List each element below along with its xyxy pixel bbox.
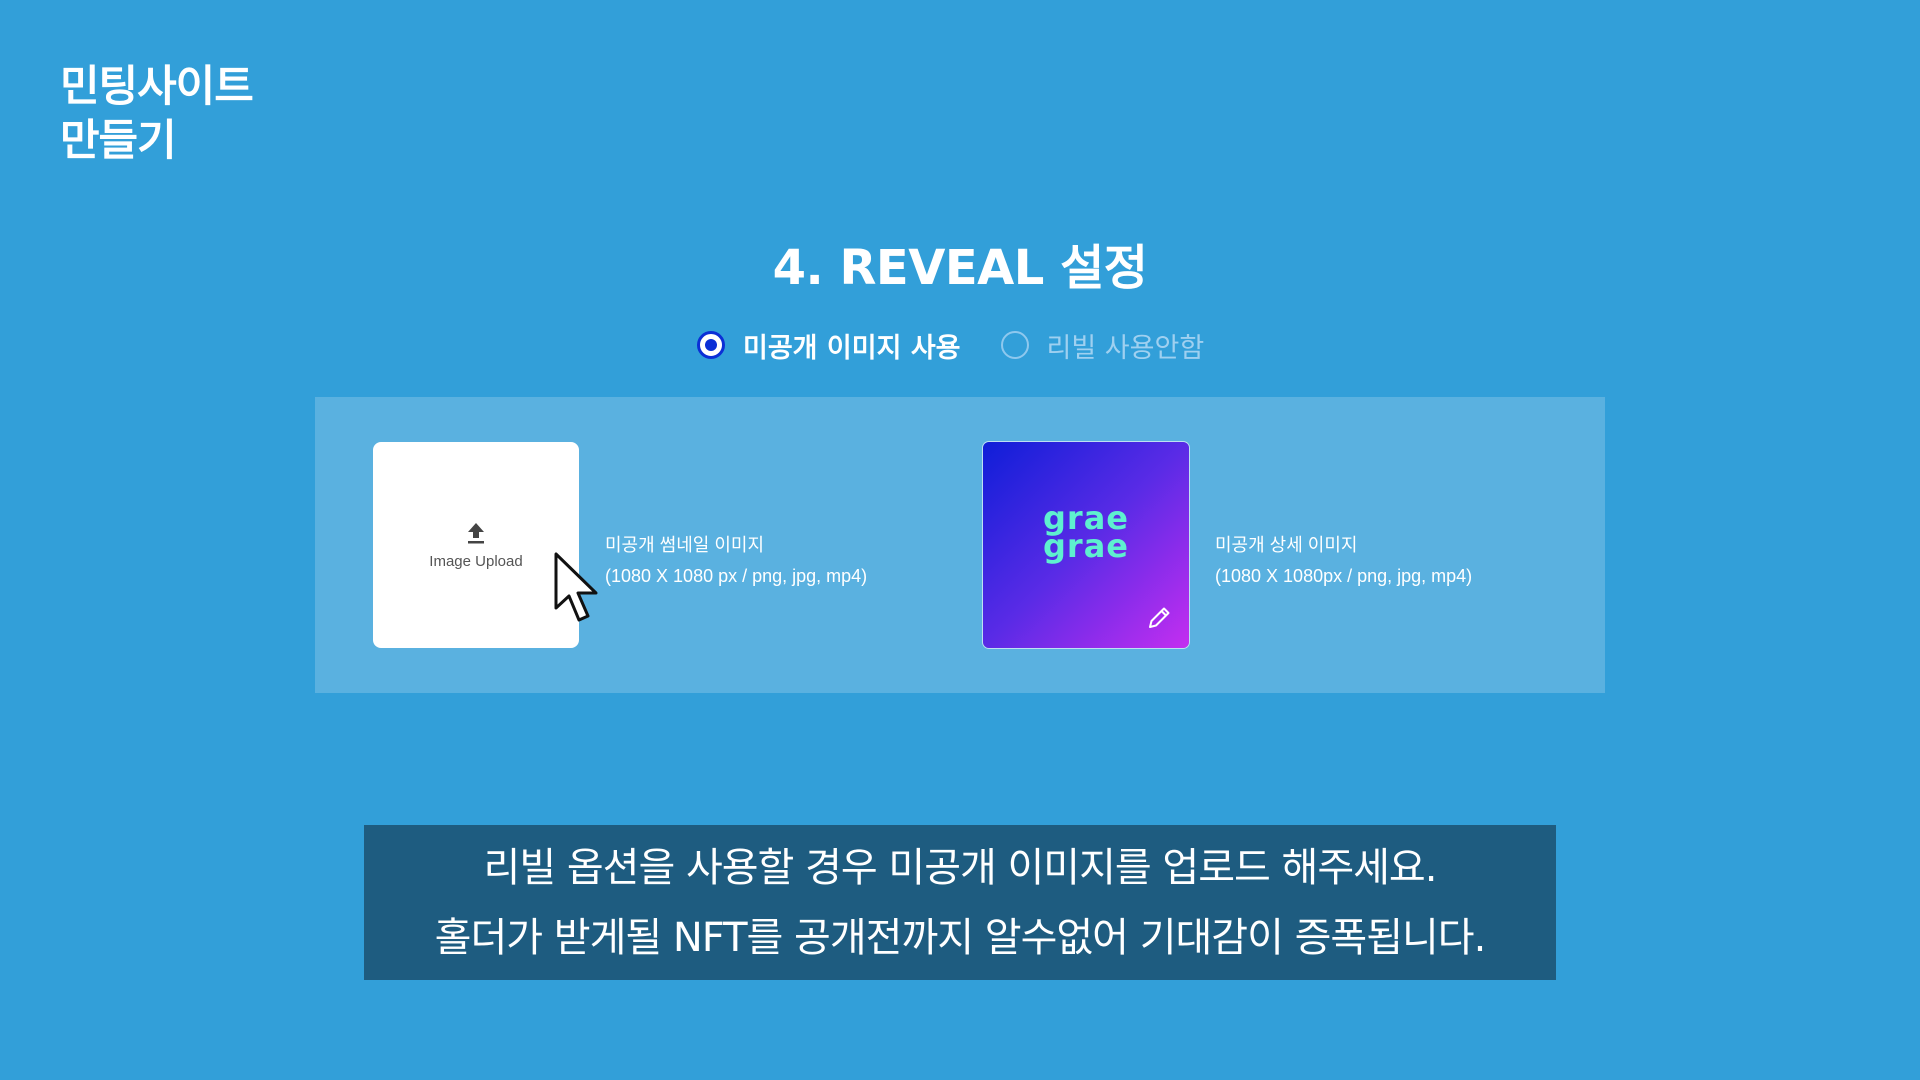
- radio-label-use-hidden-image: 미공개 이미지 사용: [743, 332, 961, 364]
- reveal-radio-group: 미공개 이미지 사용 리빌 사용안함: [697, 325, 1204, 365]
- radio-no-reveal[interactable]: 리빌 사용안함: [1000, 326, 1205, 365]
- reveal-image-panel: Image Upload 미공개 썸네일 이미지 (1080 X 1080 px…: [315, 397, 1605, 693]
- thumbnail-caption-title: 미공개 썸네일 이미지: [605, 535, 765, 555]
- detail-image-preview[interactable]: grae grae: [983, 442, 1189, 648]
- grae-logo: grae grae: [983, 502, 1189, 565]
- upload-icon: [468, 522, 484, 543]
- section-title: 4. REVEAL 설정: [772, 240, 1148, 296]
- radio-unchecked-icon[interactable]: [1000, 331, 1029, 359]
- brand-line-1: 민팅사이트: [60, 62, 254, 112]
- logo-line-2: grae: [1043, 527, 1129, 565]
- notice-line-2: 홀더가 받게될 NFT를 공개전까지 알수없어 기대감이 증폭됩니다.: [434, 914, 1487, 961]
- detail-caption-title: 미공개 상세 이미지: [1215, 535, 1358, 555]
- detail-caption-spec: (1080 X 1080px / png, jpg, mp4): [1215, 566, 1473, 586]
- thumbnail-caption-spec: (1080 X 1080 px / png, jpg, mp4): [605, 566, 868, 586]
- mouse-pointer-icon: [554, 552, 598, 622]
- upload-label: Image Upload: [429, 552, 523, 570]
- brand-line-2: 만들기: [60, 116, 177, 166]
- pencil-icon[interactable]: [1145, 604, 1173, 632]
- detail-caption: 미공개 상세 이미지 (1080 X 1080px / png, jpg, mp…: [1215, 530, 1472, 592]
- subtitle-notice: 리빌 옵션을 사용할 경우 미공개 이미지를 업로드 해주세요. 홀더가 받게될…: [364, 825, 1556, 980]
- brand-title: 민팅사이트 만들기: [60, 60, 254, 168]
- thumbnail-caption: 미공개 썸네일 이미지 (1080 X 1080 px / png, jpg, …: [605, 530, 867, 592]
- image-upload-button[interactable]: Image Upload: [373, 442, 579, 648]
- notice-line-1: 리빌 옵션을 사용할 경우 미공개 이미지를 업로드 해주세요.: [483, 844, 1438, 891]
- radio-label-no-reveal: 리빌 사용안함: [1046, 332, 1205, 364]
- radio-use-hidden-image[interactable]: 미공개 이미지 사용: [697, 326, 961, 365]
- radio-checked-icon[interactable]: [697, 331, 725, 359]
